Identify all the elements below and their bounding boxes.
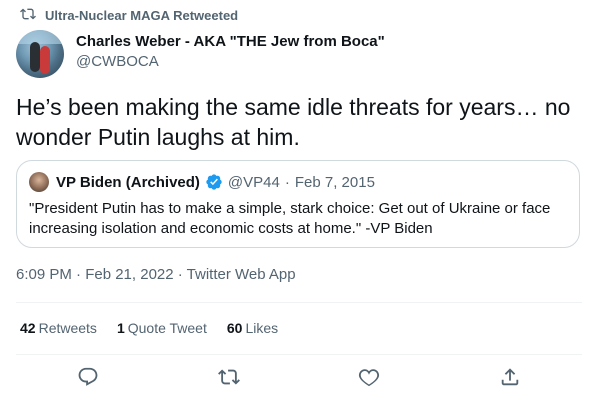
- tweet-text: He’s been making the same idle threats f…: [16, 94, 571, 150]
- quote-tweets-stat[interactable]: 1 Quote Tweet: [117, 320, 207, 336]
- likes-stat[interactable]: 60 Likes: [227, 320, 278, 336]
- quote-text: "President Putin has to make a simple, s…: [29, 200, 551, 237]
- share-icon[interactable]: [499, 366, 521, 388]
- retweets-stat[interactable]: 42 Retweets: [20, 320, 97, 336]
- divider: [16, 354, 582, 355]
- quote-author-handle: @VP44: [227, 173, 280, 191]
- quote-tweet-card[interactable]: VP Biden (Archived) @VP44 · Feb 7, 2015 …: [16, 160, 580, 248]
- engagement-stats: 42 Retweets 1 Quote Tweet 60 Likes: [20, 320, 278, 336]
- like-icon[interactable]: [358, 366, 380, 388]
- retweet-icon[interactable]: [218, 366, 240, 388]
- likes-label: Likes: [245, 320, 279, 336]
- likes-count: 60: [226, 320, 243, 336]
- divider: [16, 302, 582, 303]
- quote-tweets-count: 1: [116, 320, 125, 336]
- retweets-label: Retweets: [38, 320, 97, 336]
- quote-tweets-label: Quote Tweet: [127, 320, 207, 336]
- quote-date: Feb 7, 2015: [294, 173, 375, 191]
- reply-icon[interactable]: [77, 366, 99, 388]
- author-name[interactable]: Charles Weber - AKA "THE Jew from Boca": [76, 33, 385, 50]
- quote-author-name: VP Biden (Archived): [56, 173, 200, 191]
- verified-badge-icon: [205, 173, 223, 191]
- retweeted-by-text: Ultra-Nuclear MAGA Retweeted: [45, 8, 239, 23]
- quote-header: VP Biden (Archived) @VP44 · Feb 7, 2015: [29, 172, 375, 192]
- retweet-icon: [20, 6, 36, 25]
- avatar[interactable]: [16, 30, 64, 78]
- tweet-actions: [0, 366, 598, 394]
- tweet-timestamp[interactable]: 6:09 PM · Feb 21, 2022 · Twitter Web App: [16, 266, 296, 283]
- retweets-count: 42: [20, 320, 36, 336]
- quote-separator: ·: [284, 173, 290, 191]
- author-handle[interactable]: @CWBOCA: [76, 53, 159, 70]
- retweeted-by-bar[interactable]: Ultra-Nuclear MAGA Retweeted: [20, 6, 238, 25]
- quote-avatar: [29, 172, 49, 192]
